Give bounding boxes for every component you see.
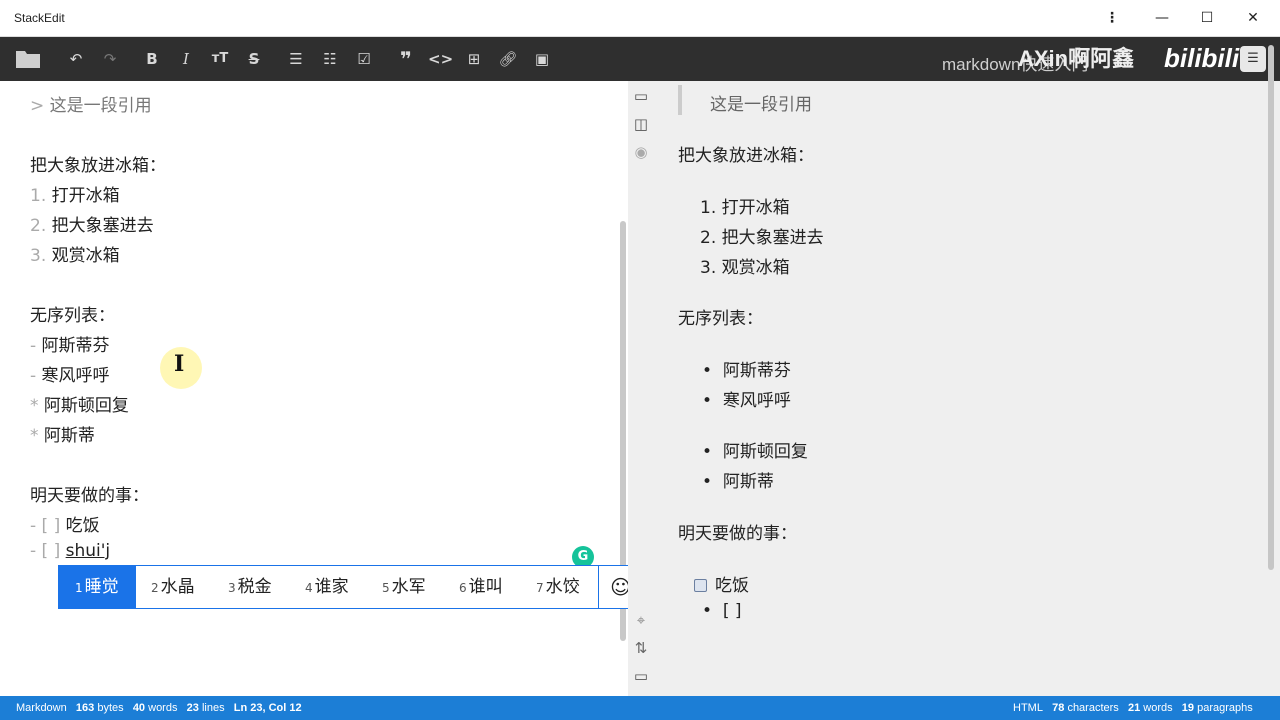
editor-line: - 阿斯蒂芬 [30, 336, 110, 356]
ime-candidate[interactable]: 7 水饺 [536, 566, 580, 608]
text-cursor-icon: I [174, 351, 185, 377]
editor-line: - 寒风呼呼 [30, 366, 110, 386]
editor-line: 3. 观赏冰箱 [30, 246, 120, 266]
blockquote-bar [678, 85, 682, 115]
code-icon[interactable]: <> [428, 47, 453, 71]
side-gutter: ▭ ◫ ◉ ⌖ ⇅ ▭ [628, 81, 654, 696]
side-by-side-icon[interactable]: ◫ [628, 115, 654, 133]
preview-blockquote: 这是一段引用 [710, 95, 812, 115]
preview-paragraph: 把大象放进冰箱： [678, 146, 814, 166]
preview-paragraph: 无序列表： [678, 309, 763, 329]
preview-scrollbar[interactable] [1268, 45, 1274, 570]
ordered-list-icon[interactable]: ☷ [318, 47, 342, 71]
editor-line: 明天要做的事： [30, 486, 149, 506]
editor-line: - [ ] 吃饭 [30, 516, 100, 536]
unordered-list-icon[interactable]: ☰ [284, 47, 308, 71]
preview-task-item: 吃饭 [694, 571, 749, 596]
navigation-bar-icon[interactable]: ⇅ [628, 639, 654, 657]
editor-line-current: - [ ] shui'j [30, 541, 111, 561]
toggle-editor-icon[interactable]: ▭ [628, 87, 654, 105]
preview-list-item: 2. 把大象塞进去 [700, 228, 824, 248]
status-bar-icon[interactable]: ▭ [628, 667, 654, 685]
folder-icon[interactable] [14, 47, 42, 71]
editor-line: 无序列表： [30, 306, 115, 326]
preview-list-item: • 阿斯蒂 [702, 472, 774, 492]
more-icon[interactable]: ⋮ [1094, 6, 1130, 30]
preview-stats: HTML 78 characters 21 words 19 paragraph… [1013, 702, 1253, 714]
image-icon[interactable]: ▣ [530, 47, 554, 71]
editor-line: * 阿斯蒂 [30, 426, 95, 446]
preview-list-item: 3. 观赏冰箱 [700, 258, 790, 278]
status-bar: Markdown 163 bytes 40 words 23 lines Ln … [0, 696, 1280, 720]
link-icon[interactable]: 🔗︎ [496, 47, 520, 71]
bilibili-logo: bilibili [1164, 43, 1240, 73]
quote-icon[interactable]: ❞ [394, 47, 418, 71]
maximize-button[interactable]: ☐ [1189, 6, 1225, 30]
minimize-button[interactable]: — [1144, 6, 1180, 30]
preview-list-item: • 寒风呼呼 [702, 391, 791, 411]
editor-line: 1. 打开冰箱 [30, 186, 120, 206]
task-checkbox[interactable] [694, 579, 707, 592]
scroll-sync-icon[interactable]: ⌖ [628, 611, 654, 629]
preview-list-item: • 阿斯顿回复 [702, 442, 808, 462]
title-bar: StackEdit ⋮ — ☐ ✕ [0, 0, 1280, 37]
strikethrough-icon[interactable]: S [242, 47, 266, 71]
editor-line: 2. 把大象塞进去 [30, 216, 154, 236]
checklist-icon[interactable]: ☑ [352, 47, 376, 71]
editor-stats: Markdown 163 bytes 40 words 23 lines Ln … [16, 702, 302, 714]
ime-candidate[interactable]: 1 睡觉 [59, 566, 136, 608]
ime-candidate[interactable]: 3 税金 [228, 566, 272, 608]
toolbar: ↶ ↷ B I тT S ☰ ☷ ☑ ❞ <> ⊞ 🔗︎ ▣ markdown快… [0, 37, 1280, 81]
html-preview: 这是一段引用 把大象放进冰箱： 1. 打开冰箱 2. 把大象塞进去 3. 观赏冰… [654, 81, 1280, 696]
ime-candidate[interactable]: 4 谁家 [305, 566, 349, 608]
heading-icon[interactable]: тT [208, 47, 232, 71]
menu-button[interactable]: ☰ [1240, 46, 1266, 72]
italic-icon[interactable]: I [174, 47, 198, 71]
bold-icon[interactable]: B [140, 47, 164, 71]
video-watermark: AXin啊阿鑫 [1018, 46, 1135, 71]
editor-line: > 这是一段引用 [30, 96, 152, 116]
editor-line: * 阿斯顿回复 [30, 396, 129, 416]
ime-candidate[interactable]: 5 水军 [382, 566, 426, 608]
preview-eye-icon[interactable]: ◉ [628, 143, 654, 161]
redo-icon[interactable]: ↷ [98, 47, 122, 71]
close-button[interactable]: ✕ [1235, 6, 1271, 30]
table-icon[interactable]: ⊞ [462, 47, 486, 71]
ime-candidate[interactable]: 6 谁叫 [459, 566, 503, 608]
ime-candidate-bar: 1 睡觉 2 水晶 3 税金 4 谁家 5 水军 6 谁叫 7 水饺 ☺ [58, 565, 643, 609]
undo-icon[interactable]: ↶ [64, 47, 88, 71]
editor-line: 把大象放进冰箱： [30, 156, 166, 176]
ime-candidate[interactable]: 2 水晶 [151, 566, 195, 608]
preview-list-item: • [ ] [702, 601, 742, 621]
preview-list-item: 1. 打开冰箱 [700, 198, 790, 218]
window-title: StackEdit [14, 11, 65, 25]
preview-list-item: • 阿斯蒂芬 [702, 361, 791, 381]
preview-paragraph: 明天要做的事： [678, 524, 797, 544]
